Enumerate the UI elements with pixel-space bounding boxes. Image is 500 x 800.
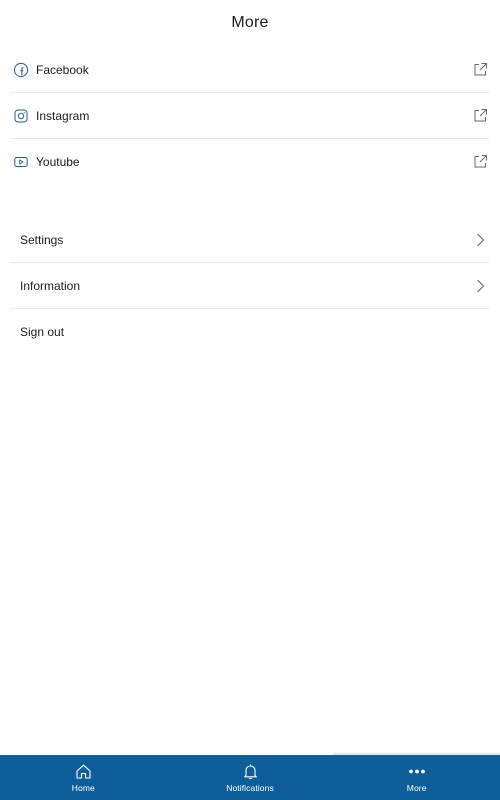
page-title: More xyxy=(231,14,269,31)
external-link-icon xyxy=(471,61,489,79)
chevron-right-icon xyxy=(471,231,489,249)
menu-list: Settings Information Sign out xyxy=(10,217,489,354)
tab-label: Home xyxy=(71,782,95,793)
external-link-icon xyxy=(471,107,489,125)
more-dots-icon xyxy=(408,763,426,781)
instagram-icon xyxy=(12,107,30,125)
social-item-instagram[interactable]: Instagram xyxy=(10,93,489,139)
active-tab-indicator xyxy=(333,753,500,755)
menu-item-label: Sign out xyxy=(20,324,65,339)
more-screen: More Facebook Instagram Youtube Settings… xyxy=(0,0,500,800)
tab-more[interactable]: More xyxy=(333,755,500,800)
social-item-label: Instagram xyxy=(36,108,90,123)
social-links-list: Facebook Instagram Youtube xyxy=(10,47,489,184)
menu-item-label: Information xyxy=(20,278,81,293)
social-item-facebook[interactable]: Facebook xyxy=(10,47,489,93)
tab-home[interactable]: Home xyxy=(0,755,167,800)
facebook-icon xyxy=(12,61,30,79)
social-item-youtube[interactable]: Youtube xyxy=(10,139,489,184)
bottom-tab-bar: Home Notifications More xyxy=(0,753,500,800)
menu-item-information[interactable]: Information xyxy=(10,263,489,309)
menu-item-settings[interactable]: Settings xyxy=(10,217,489,263)
external-link-icon xyxy=(471,153,489,171)
menu-item-label: Settings xyxy=(20,232,64,247)
chevron-right-icon xyxy=(471,277,489,295)
menu-item-sign-out[interactable]: Sign out xyxy=(10,309,489,354)
home-icon xyxy=(74,763,92,781)
social-item-label: Youtube xyxy=(36,154,80,169)
youtube-icon xyxy=(12,153,30,171)
tab-notifications[interactable]: Notifications xyxy=(167,755,334,800)
social-item-label: Facebook xyxy=(36,62,89,77)
tab-label: Notifications xyxy=(226,782,274,793)
tab-label: More xyxy=(406,782,427,793)
header: More xyxy=(0,0,500,46)
bell-icon xyxy=(241,763,259,781)
